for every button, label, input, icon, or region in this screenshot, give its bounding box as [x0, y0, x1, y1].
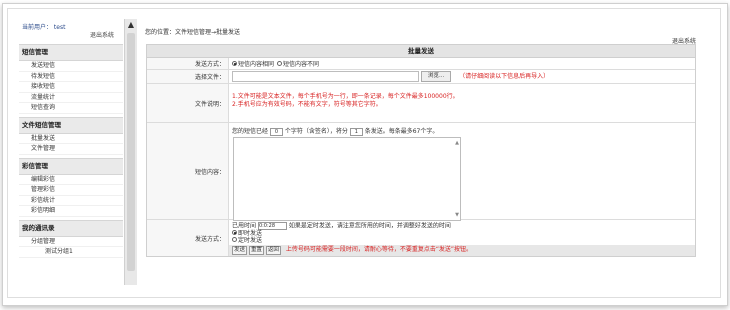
menu-item-edit-mms[interactable]: 编辑彩信	[19, 174, 123, 185]
radio-send-now-label: 即时发送	[238, 230, 263, 237]
textarea-scroll-up-icon[interactable]: ▲	[455, 140, 459, 146]
action-bar: 发送 重置 返回 上传号码可能需要一段时间，请耐心等待，不要重复点击“发送”按钮…	[229, 245, 695, 256]
section-title-file-sms[interactable]: 文件短信管理	[19, 116, 123, 134]
section-title-sms[interactable]: 短信管理	[19, 44, 123, 61]
upload-warning: 上传号码可能需要一段时间，请耐心等待，不要重复点击“发送”按钮。	[285, 246, 473, 253]
menu-item-send-sms[interactable]: 发送短信	[19, 61, 123, 72]
radio-same-content-label: 短信内容相同	[238, 61, 275, 68]
content-label: 短信内容：	[147, 123, 229, 219]
parts-count-input: 1	[349, 127, 363, 136]
radio-different-content[interactable]	[276, 61, 282, 66]
user-bar: 当前用户： test 退出系统	[19, 19, 123, 41]
menu-item-manage-mms[interactable]: 管理彩信	[19, 185, 123, 196]
radio-send-scheduled-label: 定时发送	[238, 237, 263, 244]
used-time-input: 0:0:28	[257, 222, 287, 230]
batch-send-panel: 批量发送 发送方式： 短信内容相同 短信内容不同 选择文件： 浏览... （请仔…	[146, 44, 696, 257]
file-desc-label: 文件说明：	[147, 84, 229, 122]
textarea-scroll-down-icon[interactable]: ▼	[455, 212, 459, 218]
used-time-prefix: 已用时间	[232, 222, 257, 230]
used-time-note: 如果是定时发送，请注意您所用的时间，并调整好发送的时间	[288, 222, 451, 230]
sidebar-logout-link[interactable]: 退出系统	[90, 30, 114, 39]
send-mode-label: 发送方式：	[147, 58, 229, 69]
char-count-suffix: 条发送。每条最多67个字。	[364, 128, 439, 135]
row-send-mode: 发送方式： 短信内容相同 短信内容不同	[147, 58, 695, 70]
file-desc-line-2: 2.手机号应为有效号码，不能有文字，符号等其它字符。	[232, 101, 382, 108]
menu-item-traffic-stats[interactable]: 流量统计	[19, 92, 123, 103]
send-time-label: 发送方式：	[147, 220, 229, 256]
radio-different-content-label: 短信内容不同	[282, 61, 319, 68]
row-file-desc: 文件说明： 1.文件可能是文本文件，每个手机号为一行，即一条记录，每个文件最多1…	[147, 84, 695, 123]
char-count-mid: 个字符（含签名），将分	[284, 128, 348, 135]
select-file-label: 选择文件：	[147, 70, 229, 83]
send-button[interactable]: 发送	[232, 246, 248, 255]
radio-same-content[interactable]	[232, 61, 237, 66]
sidebar-scrollbar[interactable]: ▲	[124, 19, 137, 285]
menu-item-mms-detail[interactable]: 彩信明细	[19, 206, 123, 217]
file-hint: （请仔细阅读以下信息后再导入）	[459, 73, 550, 80]
menu-item-group-manage[interactable]: 分组管理	[19, 236, 123, 247]
browse-button[interactable]: 浏览...	[421, 71, 452, 82]
menu-item-pending-sms[interactable]: 待发短信	[19, 71, 123, 82]
scroll-up-icon[interactable]: ▲	[125, 19, 137, 31]
current-user-label: 当前用户： test	[22, 24, 66, 31]
row-select-file: 选择文件： 浏览... （请仔细阅读以下信息后再导入）	[147, 70, 695, 84]
menu-item-sms-query[interactable]: 短信查询	[19, 103, 123, 114]
file-desc-line-1: 1.文件可能是文本文件，每个手机号为一行，即一条记录，每个文件最多100000行…	[232, 93, 459, 100]
menu-item-batch-send[interactable]: 批量发送	[19, 133, 123, 144]
sidebar: 当前用户： test 退出系统 短信管理 发送短信 待发短信 接收短信 流量统计…	[19, 19, 123, 285]
menu-item-file-manage[interactable]: 文件管理	[19, 144, 123, 155]
section-title-contacts[interactable]: 我的通讯录	[19, 219, 123, 237]
char-count-input: 0	[269, 127, 283, 136]
file-path-input[interactable]	[232, 71, 419, 82]
sms-content-textarea[interactable]: ▲ ▼	[233, 137, 461, 221]
radio-send-now[interactable]	[232, 230, 237, 235]
section-title-mms[interactable]: 彩信管理	[19, 157, 123, 175]
scroll-thumb[interactable]	[127, 33, 135, 271]
char-count-prefix: 您的短信已经	[232, 128, 269, 135]
panel-title: 批量发送	[147, 45, 695, 58]
reset-button[interactable]: 重置	[248, 246, 264, 255]
menu-item-mms-stats[interactable]: 彩信统计	[19, 195, 123, 206]
row-send-time: 发送方式： 已用时间 0:0:28 如果是定时发送，请注意您所用的时间，并调整好…	[147, 220, 695, 256]
back-button[interactable]: 返回	[265, 246, 281, 255]
breadcrumb: 您的位置：文件短信管理→批量发送	[145, 29, 241, 36]
menu-item-test-group[interactable]: 测试分组1	[19, 247, 123, 258]
row-content: 短信内容： 您的短信已经 0 个字符（含签名），将分 1 条发送。每条最多67个…	[147, 123, 695, 221]
menu-item-received-sms[interactable]: 接收短信	[19, 82, 123, 93]
radio-send-scheduled[interactable]	[232, 237, 237, 242]
